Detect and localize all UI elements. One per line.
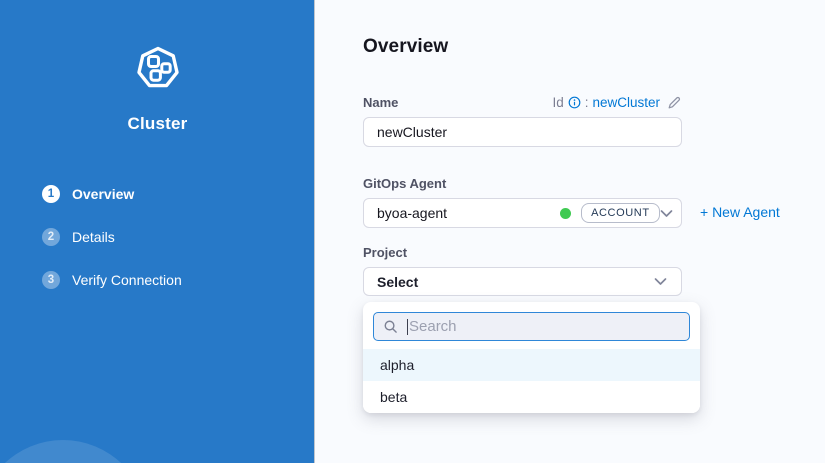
text-caret [407,319,408,335]
project-select[interactable]: Select [363,267,682,296]
search-icon [383,319,398,334]
agent-name: byoa-agent [377,205,447,221]
gitops-agent-label: GitOps Agent [363,176,446,191]
chevron-down-icon [654,277,667,286]
step-verify-connection[interactable]: 3 Verify Connection [42,271,182,289]
name-label-row: Name Id : newCluster [363,94,682,111]
name-label: Name [363,95,398,110]
chevron-down-icon [660,209,673,218]
step-number-badge: 2 [42,228,60,246]
dropdown-search-box[interactable] [373,312,690,341]
wizard-title: Cluster [0,114,315,134]
name-input[interactable] [363,117,682,147]
project-dropdown-panel: alpha beta [363,302,700,413]
edit-pencil-icon[interactable] [667,95,682,110]
wizard-steps: 1 Overview 2 Details 3 Verify Connection [42,185,182,314]
project-select-value: Select [377,274,418,290]
overview-step-panel: Overview Name Id : newCluster GitOps Age… [316,0,825,463]
identifier-row: Id : newCluster [552,95,682,110]
wizard-sidebar: Cluster 1 Overview 2 Details 3 Verify Co… [0,0,315,463]
dropdown-option-alpha[interactable]: alpha [363,349,700,381]
id-separator: : [585,95,589,110]
cluster-logo [0,44,315,97]
scope-badge: ACCOUNT [581,203,660,223]
dropdown-search-input[interactable] [409,318,680,335]
id-value-link[interactable]: newCluster [592,95,660,110]
gitops-agent-select[interactable]: byoa-agent ACCOUNT [363,198,682,228]
step-details[interactable]: 2 Details [42,228,182,246]
step-label: Overview [72,186,134,202]
new-agent-link[interactable]: + New Agent [700,204,780,220]
project-label: Project [363,245,407,260]
step-number-badge: 1 [42,185,60,203]
dropdown-options: alpha beta [363,349,700,413]
step-label: Details [72,229,115,245]
dropdown-option-beta[interactable]: beta [363,381,700,413]
agent-row: byoa-agent ACCOUNT + New Agent [363,198,825,228]
agent-status-dot [560,208,571,219]
step-label: Verify Connection [72,272,182,288]
id-label: Id [552,95,563,110]
step-number-badge: 3 [42,271,60,289]
step-overview[interactable]: 1 Overview [42,185,182,203]
cluster-hexagon-icon [134,44,182,92]
info-icon[interactable] [568,96,581,109]
decorative-circle [0,440,148,463]
page-title: Overview [363,36,825,58]
